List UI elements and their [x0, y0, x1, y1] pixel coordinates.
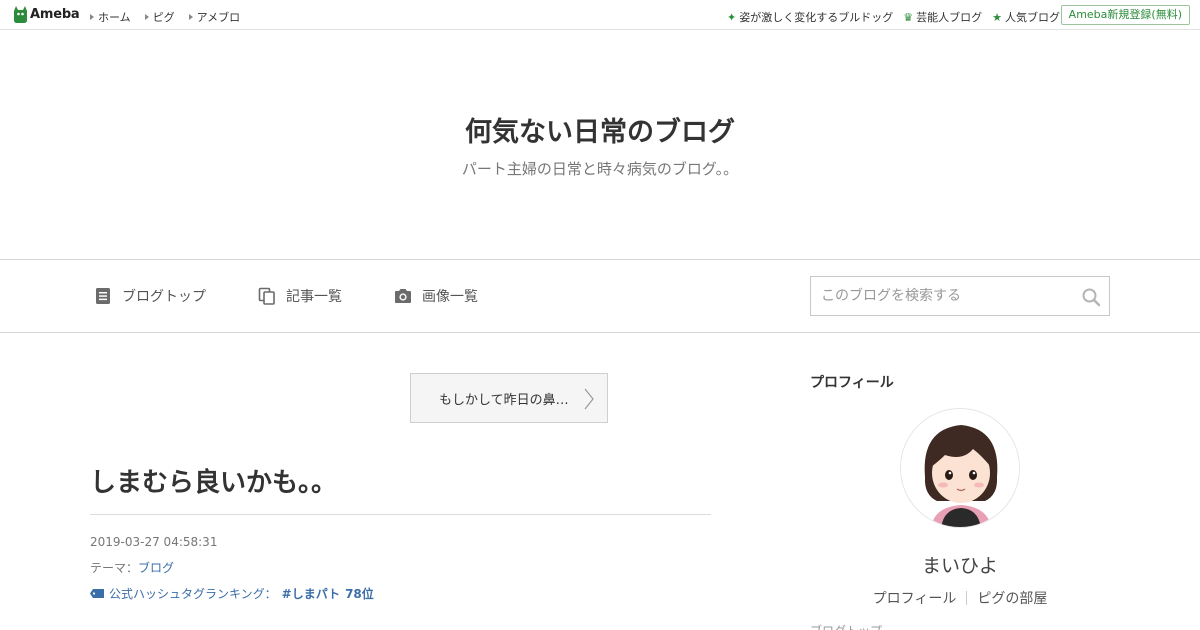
tag-icon	[90, 589, 104, 598]
star-icon: ★	[992, 10, 1002, 24]
ameba-mascot-icon	[14, 6, 27, 23]
featured-link-celebrity[interactable]: ♛ 芸能人ブログ	[903, 9, 982, 25]
profile-link[interactable]: プロフィール	[873, 591, 957, 607]
global-nav: ホーム ピグ アメブロ	[90, 9, 240, 25]
arrow-right-icon	[188, 14, 193, 20]
sparkle-icon: ✦	[727, 10, 737, 24]
ameba-logo[interactable]: Ameba	[14, 6, 80, 23]
nav-ameblo-label: アメブロ	[196, 11, 241, 24]
blog-nav: ブログトップ 記事一覧 画像一覧	[0, 260, 1200, 333]
profile-heading: プロフィール	[810, 375, 894, 391]
crown-icon: ♛	[903, 10, 914, 24]
profile-links: プロフィール ピグの部屋	[810, 588, 1110, 608]
nav-article-list-label: 記事一覧	[286, 289, 342, 305]
featured-link-popular-label: 人気ブログ	[1005, 11, 1060, 24]
hashtag-ranking-prefix[interactable]: 公式ハッシュタグランキング：	[109, 585, 277, 602]
theme-prefix: テーマ：	[90, 561, 139, 575]
hashtag-rank[interactable]: 78位	[345, 585, 374, 602]
featured-link-bulldog-label: 姿が激しく変化するブルドッグ	[739, 11, 894, 24]
theme-link[interactable]: ブログ	[138, 561, 174, 575]
article-date: 2019-03-27 04:58:31	[90, 535, 218, 549]
logo-text: Ameba	[30, 7, 80, 22]
sidebar-truncated-link[interactable]: ブログトップ	[810, 622, 882, 630]
blog-description: パート主婦の日常と時々病気のブログ。。	[461, 160, 739, 178]
link-separator	[966, 591, 968, 605]
profile-avatar-image	[901, 409, 1019, 527]
nav-home-label: ホーム	[98, 11, 131, 24]
copy-icon	[258, 287, 275, 305]
nav-pigg-link[interactable]: ピグ	[144, 9, 175, 25]
hashtag-link[interactable]: #しまパト	[282, 585, 340, 602]
blog-header: 何気ない日常のブログ パート主婦の日常と時々病気のブログ。。	[0, 30, 1200, 260]
featured-link-bulldog[interactable]: ✦ 姿が激しく変化するブルドッグ	[727, 9, 893, 25]
blog-title[interactable]: 何気ない日常のブログ	[0, 110, 1200, 149]
arrow-right-icon	[90, 14, 94, 20]
title-divider	[90, 514, 711, 515]
nav-image-list[interactable]: 画像一覧	[394, 286, 478, 306]
previous-article-button[interactable]: もしかして昨日の鼻…	[410, 373, 608, 423]
blog-search-box	[810, 276, 1110, 316]
nav-pigg-label: ピグ	[152, 11, 175, 24]
chevron-right-icon	[584, 388, 594, 410]
profile-name[interactable]: まいひよ	[810, 551, 1110, 578]
nav-blog-top-label: ブログトップ	[122, 289, 206, 305]
nav-blog-top[interactable]: ブログトップ	[94, 286, 206, 306]
document-icon	[96, 288, 110, 304]
camera-icon	[395, 289, 411, 303]
featured-link-popular[interactable]: ★ 人気ブログ	[992, 9, 1060, 25]
blog-search-input[interactable]	[811, 277, 1071, 315]
arrow-right-icon	[144, 14, 149, 20]
featured-links: ✦ 姿が激しく変化するブルドッグ ♛ 芸能人ブログ ★ 人気ブログ	[727, 9, 1060, 25]
avatar[interactable]	[900, 408, 1020, 528]
featured-link-celebrity-label: 芸能人ブログ	[916, 11, 983, 24]
nav-image-list-label: 画像一覧	[422, 289, 478, 305]
signup-button[interactable]: Ameba新規登録(無料)	[1060, 5, 1190, 25]
previous-article-label: もしかして昨日の鼻…	[439, 392, 569, 408]
article-title[interactable]: しまむら良いかも。。	[90, 462, 337, 499]
global-header: Ameba ホーム ピグ アメブロ ✦ 姿が激しく変化するブルドッグ ♛ 芸能人ブロ…	[0, 0, 1200, 30]
article-theme: テーマ：ブログ	[90, 559, 174, 576]
nav-article-list[interactable]: 記事一覧	[258, 286, 342, 306]
nav-ameblo-link[interactable]: アメブロ	[188, 9, 241, 25]
search-icon[interactable]	[1081, 287, 1101, 307]
nav-home-link[interactable]: ホーム	[90, 9, 131, 25]
hashtag-ranking: 公式ハッシュタグランキング： #しまパト 78位	[90, 585, 374, 602]
pigg-room-link[interactable]: ピグの部屋	[977, 591, 1047, 607]
